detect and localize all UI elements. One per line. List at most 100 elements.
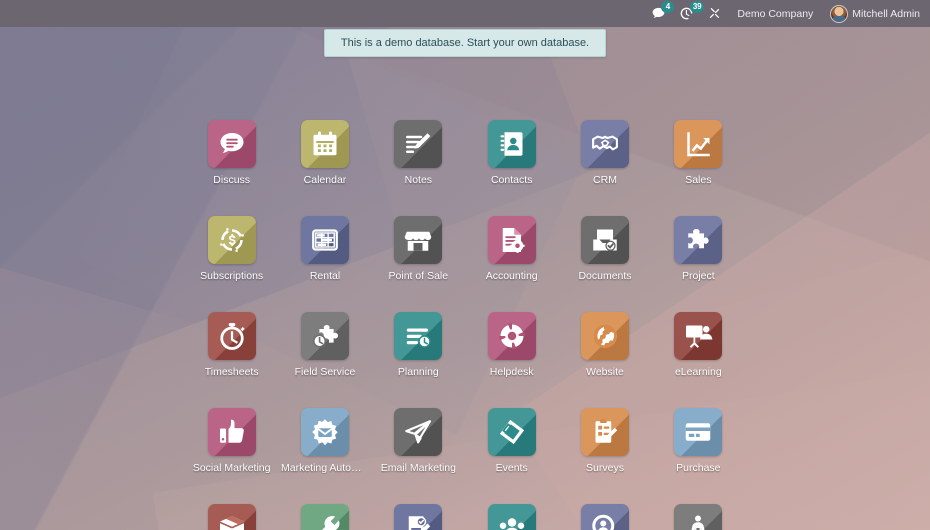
app-tile-sign[interactable]: Sign — [372, 504, 465, 530]
app-icon-container[interactable] — [487, 504, 536, 530]
app-tile-elearning[interactable]: eLearning — [652, 312, 745, 378]
app-icon-container[interactable] — [394, 216, 443, 264]
demo-banner-row: This is a demo database. Start your own … — [0, 29, 930, 57]
navbar-right-group: 4 39 Demo Company Mitchell Admin — [649, 1, 920, 23]
app-icon-container[interactable] — [207, 216, 256, 264]
app-label: Sales — [685, 174, 712, 186]
app-icon-container[interactable] — [394, 312, 443, 360]
app-tile-subscriptions[interactable]: Subscriptions — [185, 216, 278, 282]
app-label: Marketing Automat... — [280, 462, 369, 474]
app-label: Point of Sale — [388, 270, 449, 282]
app-tile-manufacturing[interactable]: Manufacturing — [278, 504, 371, 530]
app-label: Accounting — [485, 270, 538, 282]
credit-card-icon — [686, 423, 711, 441]
app-tile-marketing-automat[interactable]: Marketing Automat... — [278, 408, 371, 474]
app-tile-website[interactable]: Website — [558, 312, 651, 378]
app-icon-container[interactable] — [580, 312, 629, 360]
app-tile-crm[interactable]: CRM — [558, 120, 651, 186]
app-icon-container[interactable] — [300, 120, 349, 168]
app-label: Helpdesk — [489, 366, 534, 378]
app-tile-purchase[interactable]: Purchase — [652, 408, 745, 474]
app-icon-container[interactable] — [394, 120, 443, 168]
app-tile-recruitment[interactable]: Recruitment — [558, 504, 651, 530]
thumbs-up-icon — [219, 419, 244, 443]
note-pencil-icon — [406, 133, 431, 153]
app-tile-sales[interactable]: Sales — [652, 120, 745, 186]
messages-button[interactable]: 4 — [649, 1, 675, 23]
gantt-grid-icon — [312, 229, 338, 251]
handshake-icon — [592, 135, 618, 151]
user-avatar — [830, 4, 849, 23]
app-tile-discuss[interactable]: Discuss — [185, 120, 278, 186]
app-label: Rental — [309, 270, 341, 282]
globe-icon — [593, 324, 617, 348]
app-tile-accounting[interactable]: Accounting — [465, 216, 558, 282]
dollar-recycle-icon — [219, 227, 244, 253]
app-label: Social Marketing — [192, 462, 271, 474]
app-icon-container[interactable] — [300, 504, 349, 530]
app-tile-surveys[interactable]: Surveys — [558, 408, 651, 474]
apps-area: Discuss Calendar Notes Contacts CRM Sales Subs… — [0, 55, 930, 530]
app-tile-planning[interactable]: Planning — [372, 312, 465, 378]
shortcuts-button[interactable] — [705, 4, 724, 23]
company-selector[interactable]: Demo Company — [737, 8, 813, 20]
app-tile-contacts[interactable]: Contacts — [465, 120, 558, 186]
demo-database-banner[interactable]: This is a demo database. Start your own … — [323, 29, 607, 57]
app-tile-email-marketing[interactable]: Email Marketing — [372, 408, 465, 474]
app-icon-container[interactable] — [207, 120, 256, 168]
app-icon-container[interactable] — [394, 408, 443, 456]
app-tile-project[interactable]: Project — [652, 216, 745, 282]
app-label: Calendar — [303, 174, 347, 186]
app-tile-calendar[interactable]: Calendar — [278, 120, 371, 186]
app-label: Field Service — [294, 366, 356, 378]
app-icon-container[interactable] — [207, 312, 256, 360]
user-name-label: Mitchell Admin — [852, 7, 920, 20]
user-menu[interactable]: Mitchell Admin — [830, 4, 920, 23]
gear-envelope-icon — [312, 419, 338, 446]
app-tile-documents[interactable]: Documents — [558, 216, 651, 282]
app-icon-container[interactable] — [207, 504, 256, 530]
app-icon-container[interactable] — [580, 408, 629, 456]
app-tile-notes[interactable]: Notes — [372, 120, 465, 186]
app-icon-container[interactable] — [300, 408, 349, 456]
app-tile-field-service[interactable]: Field Service — [278, 312, 371, 378]
app-label: Website — [586, 366, 624, 378]
app-icon-container[interactable] — [674, 408, 723, 456]
file-tray-check-icon — [593, 229, 617, 251]
app-label: Notes — [404, 174, 433, 186]
magnifier-person-icon — [592, 514, 615, 530]
app-tile-point-of-sale[interactable]: Point of Sale — [372, 216, 465, 282]
app-tile-events[interactable]: Events — [465, 408, 558, 474]
app-tile-helpdesk[interactable]: Helpdesk — [465, 312, 558, 378]
app-icon-container[interactable] — [394, 504, 443, 530]
app-icon-container[interactable] — [580, 216, 629, 264]
activities-button[interactable]: 39 — [677, 1, 705, 23]
app-tile-employees[interactable]: Employees — [465, 504, 558, 530]
app-icon-container[interactable] — [300, 216, 349, 264]
app-icon-container[interactable] — [580, 120, 629, 168]
top-navbar: 4 39 Demo Company Mitchell Admin — [0, 0, 930, 27]
app-icon-container[interactable] — [674, 216, 723, 264]
app-icon-container[interactable] — [674, 504, 723, 530]
app-tile-social-marketing[interactable]: Social Marketing — [185, 408, 278, 474]
app-icon-container[interactable] — [487, 120, 536, 168]
app-grid: Discuss Calendar Notes Contacts CRM Sales Subs… — [185, 120, 745, 530]
app-icon-container[interactable] — [487, 408, 536, 456]
app-label: Documents — [578, 270, 632, 282]
app-icon-container[interactable] — [674, 312, 723, 360]
app-icon-container[interactable] — [207, 408, 256, 456]
app-tile-rental[interactable]: Rental — [278, 216, 371, 282]
app-icon-container[interactable] — [487, 312, 536, 360]
app-icon-container[interactable] — [674, 120, 723, 168]
invoice-gear-icon — [502, 228, 525, 253]
ticket-icon — [499, 419, 524, 445]
app-tile-timesheets[interactable]: Timesheets — [185, 312, 278, 378]
messages-count-badge: 4 — [661, 1, 675, 13]
app-icon-container[interactable] — [300, 312, 349, 360]
app-icon-container[interactable] — [487, 216, 536, 264]
app-icon-container[interactable] — [580, 504, 629, 530]
stopwatch-icon — [220, 323, 245, 350]
app-tile-referrals[interactable]: Referrals — [652, 504, 745, 530]
app-tile-inventory[interactable]: Inventory — [185, 504, 278, 530]
app-label: Planning — [397, 366, 439, 378]
